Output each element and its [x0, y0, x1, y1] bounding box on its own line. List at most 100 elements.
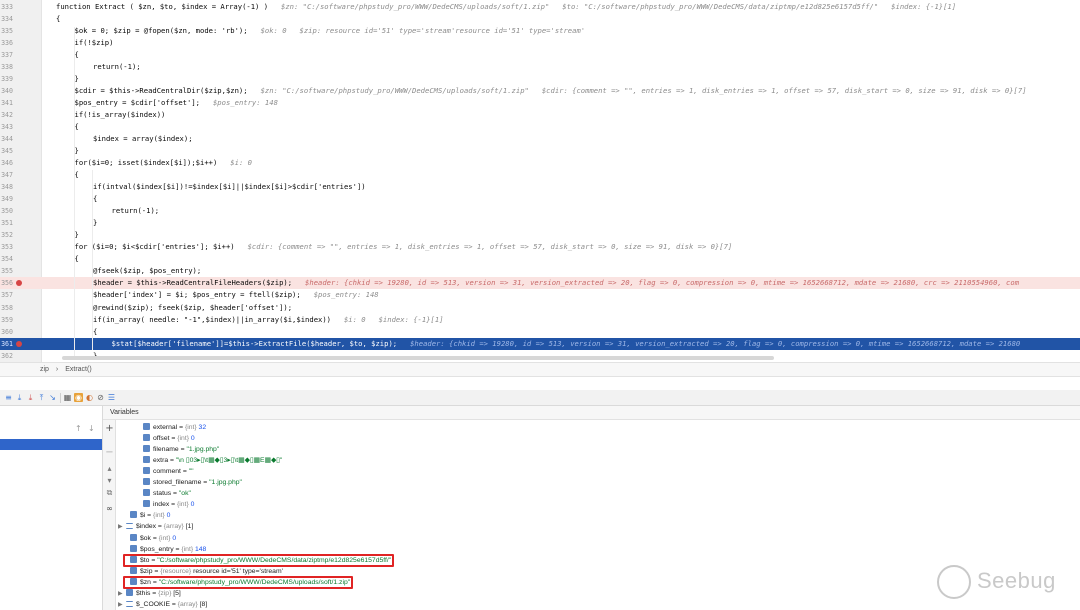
code-line[interactable]: 348 if(intval($index[$i])!=$index[$i]||$i…	[0, 181, 1080, 193]
code-line[interactable]: 353 for ($i=0; $i<$cdir['entries']; $i++)…	[0, 241, 1080, 253]
code-line[interactable]: 356 $header = $this->ReadCentralFileHeade…	[0, 277, 1080, 290]
variable-row[interactable]: comment = ""	[143, 466, 194, 477]
code-line[interactable]: 359 if(in_array( needle: "-1",$index)||in…	[0, 314, 1080, 326]
code-line[interactable]: 347 {	[0, 169, 1080, 181]
breakpoint-icon[interactable]	[16, 340, 22, 347]
variable-row[interactable]: filename = "1.jpg.php"	[143, 444, 219, 455]
line-number[interactable]: 334	[0, 13, 13, 25]
code-line[interactable]: 336 if(!$zip)	[0, 37, 1080, 49]
line-number[interactable]: 333	[0, 1, 13, 13]
force-step-into-icon[interactable]: ⤓	[26, 393, 35, 402]
variable-row[interactable]: offset = {int} 0	[143, 433, 195, 444]
line-number[interactable]: 344	[0, 133, 13, 145]
code-line[interactable]: 349 {	[0, 193, 1080, 205]
variable-row[interactable]: stored_filename = "1.jpg.php"	[143, 477, 242, 488]
breadcrumb-item-method[interactable]: Extract()	[65, 366, 91, 373]
line-number[interactable]: 343	[0, 121, 13, 133]
code-line[interactable]: 344 $index = array($index);	[0, 133, 1080, 145]
code-line[interactable]: 354 {	[0, 253, 1080, 265]
up-icon[interactable]: ▴	[105, 464, 114, 473]
step-into-icon[interactable]: ⤓	[15, 393, 24, 402]
frame-down-icon[interactable]: ↓	[88, 424, 95, 433]
add-watch-icon[interactable]: +	[105, 424, 114, 434]
frame-row-selected[interactable]	[0, 439, 102, 450]
settings-icon[interactable]: ☰	[107, 393, 116, 402]
code-line[interactable]: 337 {	[0, 49, 1080, 61]
line-number[interactable]: 336	[0, 37, 13, 49]
step-over-icon[interactable]: ≡	[4, 393, 13, 402]
line-number[interactable]: 353	[0, 241, 13, 253]
variable-row[interactable]: extra = "\n ▯03▸▯\t▦◆▯3▸▯\t▦◆▯▦E▦◆▯"	[143, 455, 282, 466]
line-number[interactable]: 345	[0, 145, 13, 157]
line-number[interactable]: 357	[0, 289, 13, 301]
line-number[interactable]: 335	[0, 25, 13, 37]
line-number[interactable]: 355	[0, 265, 13, 277]
code-line[interactable]: 361 $stat[$header['filename']]=$this->Ext…	[0, 337, 1080, 350]
line-number[interactable]: 339	[0, 73, 13, 85]
expand-arrow-icon[interactable]: ▶	[118, 600, 126, 610]
horizontal-scrollbar[interactable]	[62, 356, 774, 360]
expand-arrow-icon[interactable]: ▶	[118, 522, 126, 533]
line-number[interactable]: 340	[0, 85, 13, 97]
code-line[interactable]: 341 $pos_entry = $cdir['offset']; $pos_en…	[0, 97, 1080, 109]
variable-row[interactable]: ▶ $index = {array} [1]	[118, 521, 193, 532]
variable-row[interactable]: index = {int} 0	[143, 499, 194, 510]
line-number[interactable]: 360	[0, 326, 13, 338]
line-number[interactable]: 349	[0, 193, 13, 205]
code-line[interactable]: 340 $cdir = $this->ReadCentralDir($zip,$z…	[0, 85, 1080, 97]
glasses-icon[interactable]: ∞	[105, 504, 114, 513]
code-line[interactable]: 335 $ok = 0; $zip = @fopen($zn, mode: 'rb…	[0, 25, 1080, 37]
line-number[interactable]: 361	[0, 338, 13, 350]
variable-row[interactable]: status = "ok"	[143, 488, 191, 499]
code-line[interactable]: 358 @rewind($zip); fseek($zip, $header['o…	[0, 302, 1080, 314]
watch-icon[interactable]: ◐	[85, 393, 94, 402]
code-line[interactable]: 355 @fseek($zip, $pos_entry);	[0, 265, 1080, 277]
code-line[interactable]: 333 function Extract ( $zn, $to, $index =…	[0, 1, 1080, 13]
code-line[interactable]: 346 for($i=0; isset($index[$i]);$i++) $i:…	[0, 157, 1080, 169]
line-number[interactable]: 354	[0, 253, 13, 265]
frames-view-icon[interactable]: ◉	[74, 393, 83, 402]
code-line[interactable]: 343 {	[0, 121, 1080, 133]
code-line[interactable]: 342 if(!is_array($index))	[0, 109, 1080, 121]
down-icon[interactable]: ▾	[105, 476, 114, 485]
code-line[interactable]: 338 return(-1);	[0, 61, 1080, 73]
line-number[interactable]: 359	[0, 314, 13, 326]
line-number[interactable]: 337	[0, 49, 13, 61]
code-line[interactable]: 350 return(-1);	[0, 205, 1080, 217]
copy-icon[interactable]: ⧉	[105, 488, 114, 497]
line-number[interactable]: 358	[0, 302, 13, 314]
line-number[interactable]: 347	[0, 169, 13, 181]
line-number[interactable]: 352	[0, 229, 13, 241]
code-editor[interactable]: 333 function Extract ( $zn, $to, $index =…	[0, 0, 1080, 362]
mute-breakpoints-icon[interactable]: ⊘	[96, 393, 105, 402]
line-number[interactable]: 342	[0, 109, 13, 121]
variable-row[interactable]: $ok = {int} 0	[130, 533, 176, 544]
breakpoint-icon[interactable]	[16, 280, 22, 287]
line-number[interactable]: 351	[0, 217, 13, 229]
line-number[interactable]: 341	[0, 97, 13, 109]
variable-row[interactable]: $pos_entry = {int} 148	[130, 544, 206, 555]
code-line[interactable]: 357 $header['index'] = $i; $pos_entry = f…	[0, 289, 1080, 301]
code-line[interactable]: 360 {	[0, 326, 1080, 338]
variable-row[interactable]: external = {int} 32	[143, 422, 206, 433]
code-line[interactable]: 345}	[0, 145, 1080, 157]
line-number[interactable]: 346	[0, 157, 13, 169]
variable-row[interactable]: ▶ $_COOKIE = {array} [8]	[118, 599, 207, 610]
run-to-cursor-icon[interactable]: ↘	[48, 393, 57, 402]
line-number[interactable]: 350	[0, 205, 13, 217]
breadcrumb-item-class[interactable]: zip	[40, 366, 49, 373]
evaluate-icon[interactable]: ▦	[63, 393, 72, 402]
remove-watch-icon[interactable]: −	[105, 448, 114, 458]
line-number[interactable]: 356	[0, 277, 13, 289]
variable-row[interactable]: $i = {int} 0	[130, 510, 170, 521]
line-number[interactable]: 338	[0, 61, 13, 73]
frame-up-icon[interactable]: ↑	[75, 424, 82, 433]
line-number[interactable]: 362	[0, 350, 13, 362]
code-line[interactable]: 352}	[0, 229, 1080, 241]
code-line[interactable]: 334 {	[0, 13, 1080, 25]
code-line[interactable]: 339}	[0, 73, 1080, 85]
variable-row[interactable]: ▶ $this = {zip} [5]	[118, 588, 181, 599]
code-line[interactable]: 351}	[0, 217, 1080, 229]
step-out-icon[interactable]: ⤒	[37, 393, 46, 402]
line-number[interactable]: 348	[0, 181, 13, 193]
